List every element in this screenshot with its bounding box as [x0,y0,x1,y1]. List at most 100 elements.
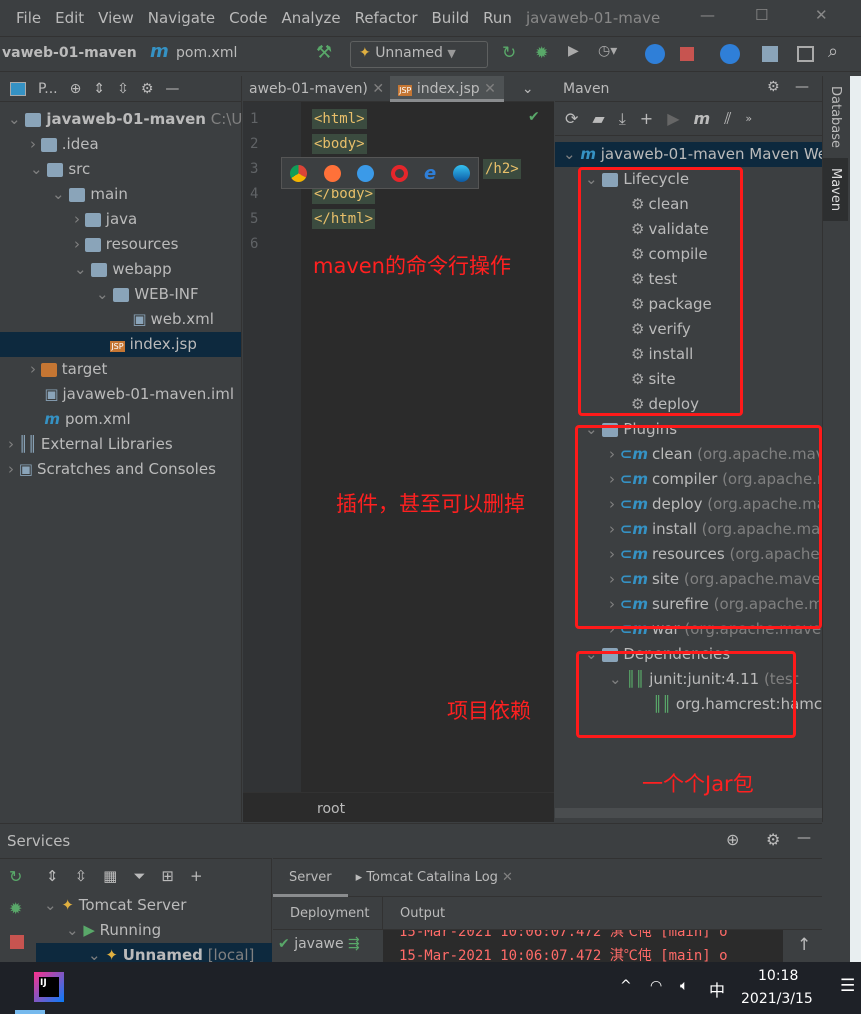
menu-build[interactable]: Build [432,9,470,27]
project-tree-item[interactable]: ▣ web.xml [0,307,241,332]
terminal-icon[interactable] [797,46,814,62]
code-line[interactable]: <html> [312,107,367,132]
maximize-button[interactable]: ☐ [755,6,768,24]
collapse-all-icon[interactable]: ⇳ [75,867,88,885]
update-all-icon[interactable] [720,44,740,64]
project-tree-item[interactable]: › java [0,207,241,232]
add-service-icon[interactable]: + [190,867,203,885]
stop-icon[interactable] [680,47,694,61]
project-view-select[interactable]: P... [38,81,58,97]
menu-view[interactable]: View [98,9,134,27]
maven-tab[interactable]: Maven [823,158,848,222]
menu-analyze[interactable]: Analyze [281,9,340,27]
tabs-dropdown-icon[interactable]: ⌄ [522,81,534,97]
tree-running[interactable]: ⌄ ▶ Running [66,918,161,943]
deployment-tab[interactable]: Deployment [273,896,383,930]
notification-icon[interactable]: ☰ [840,976,855,996]
rerun-icon[interactable]: ↻ [9,867,22,886]
menu-code[interactable]: Code [229,9,267,27]
safari-icon[interactable] [357,164,375,182]
database-tab[interactable]: Database [823,76,848,158]
expand-all-icon[interactable]: ⇕ [93,81,105,97]
project-tree-item[interactable]: ⌄ javaweb-01-maven C:\Us [0,107,250,132]
tab-server[interactable]: Server [273,859,348,897]
debug-icon[interactable]: ✹ [9,899,22,918]
build-hammer-icon[interactable]: ⚒ [316,42,332,63]
project-tree-item[interactable]: › ▣ Scratches and Consoles [0,457,241,482]
breadcrumb-file[interactable]: pom.xml [176,45,237,61]
intellij-taskbar-icon[interactable]: IJ [34,972,64,1002]
editor-tab-pom[interactable]: aweb-01-maven) ✕ [243,81,390,97]
toggle-offline-icon[interactable]: ⫽ [724,109,731,129]
locate-icon[interactable]: ⊕ [70,81,82,97]
menu-run[interactable]: Run [483,9,512,27]
ime-indicator[interactable]: 中 [709,977,725,1001]
opera-icon[interactable] [390,164,408,182]
project-tree-item[interactable]: ⌄ webapp [0,257,241,282]
settings-icon[interactable]: ⚙ [766,830,780,849]
group-icon[interactable]: ▦ [103,867,117,885]
project-tree-item[interactable]: ⌄ main [0,182,241,207]
scroll-up-icon[interactable]: ↑ [797,935,811,955]
clock-date[interactable]: 2021/3/15 [741,991,813,1007]
minimize-button[interactable]: — [700,6,715,24]
menu-navigate[interactable]: Navigate [148,9,215,27]
firefox-icon[interactable] [323,164,341,182]
editor-tab-index-jsp[interactable]: JSP index.jsp ✕ [390,75,504,102]
more-icon[interactable]: » [745,112,752,125]
settings-icon[interactable]: ⚙ [767,79,780,95]
coverage-icon[interactable]: ▶ [568,43,579,59]
project-tree-item[interactable]: ⌄ src [0,157,241,182]
project-tree-item[interactable]: › .idea [0,132,241,157]
chrome-icon[interactable] [290,164,308,182]
settings-icon[interactable]: ⚙ [141,81,154,97]
clock-time[interactable]: 10:18 [758,968,798,984]
code-line[interactable]: /h2> [483,157,521,182]
hide-icon[interactable]: — [797,830,811,846]
stop-icon[interactable] [10,935,24,949]
generate-sources-icon[interactable]: ▰ [592,109,604,128]
project-structure-icon[interactable] [762,46,778,62]
editor-breadcrumb[interactable]: root [243,792,554,822]
horizontal-scrollbar[interactable] [555,808,822,818]
tab-catalina-log[interactable]: ▸ Tomcat Catalina Log ✕ [348,870,521,885]
profile-icon[interactable]: ◷▾ [598,43,617,59]
execute-goal-icon[interactable]: m [694,109,711,128]
ie-icon[interactable]: e [424,163,436,184]
filter-icon[interactable]: ⏷ [133,867,145,885]
menu-file[interactable]: File [16,9,41,27]
code-line[interactable]: </html> [312,207,376,232]
code-line[interactable]: <body> [312,132,367,157]
maven-project[interactable]: ⌄ m javaweb-01-maven Maven We [555,142,827,167]
add-icon[interactable]: + [640,109,653,128]
wifi-icon[interactable]: ◠ [650,978,662,994]
project-tree-item[interactable]: › target [0,357,241,382]
tray-chevron-icon[interactable]: ^ [620,978,632,994]
edge-icon[interactable] [452,164,470,182]
run-icon[interactable]: ▶ [667,109,679,128]
deployment-item[interactable]: ✔ javawe ⇶ [273,930,382,964]
hide-icon[interactable]: — [795,79,809,95]
new-tab-icon[interactable]: ⊞ [161,867,174,885]
volume-icon[interactable]: 🔈︎ [680,978,688,994]
project-tree-item[interactable]: ▣ javaweb-01-maven.iml [0,382,241,407]
collapse-all-icon[interactable]: ⇳ [117,81,129,97]
output-tab[interactable]: Output [383,906,445,921]
rerun-icon[interactable]: ↻ [502,43,516,63]
menu-refactor[interactable]: Refactor [355,9,418,27]
search-icon[interactable]: ⌕ [828,41,838,62]
debug-icon[interactable]: ✹ [535,43,548,62]
update-icon[interactable] [645,44,665,64]
project-tree-item[interactable]: ⌄ WEB-INF [0,282,241,307]
project-tree-item[interactable]: › ║║ External Libraries [0,432,241,457]
locate-icon[interactable]: ⊕ [726,830,739,849]
project-tree-item[interactable]: › resources [0,232,241,257]
run-config-select[interactable]: ✦ Unnamed ▼ [350,41,488,68]
reload-icon[interactable]: ⟳ [565,109,578,128]
project-tree-item[interactable]: m pom.xml [0,407,241,432]
menu-edit[interactable]: Edit [55,9,84,27]
expand-all-icon[interactable]: ⇕ [46,867,59,885]
tree-tomcat-server[interactable]: ⌄ ✦ Tomcat Server [44,893,186,918]
hide-icon[interactable]: — [165,81,179,97]
breadcrumb-project[interactable]: vaweb-01-maven [2,45,137,61]
